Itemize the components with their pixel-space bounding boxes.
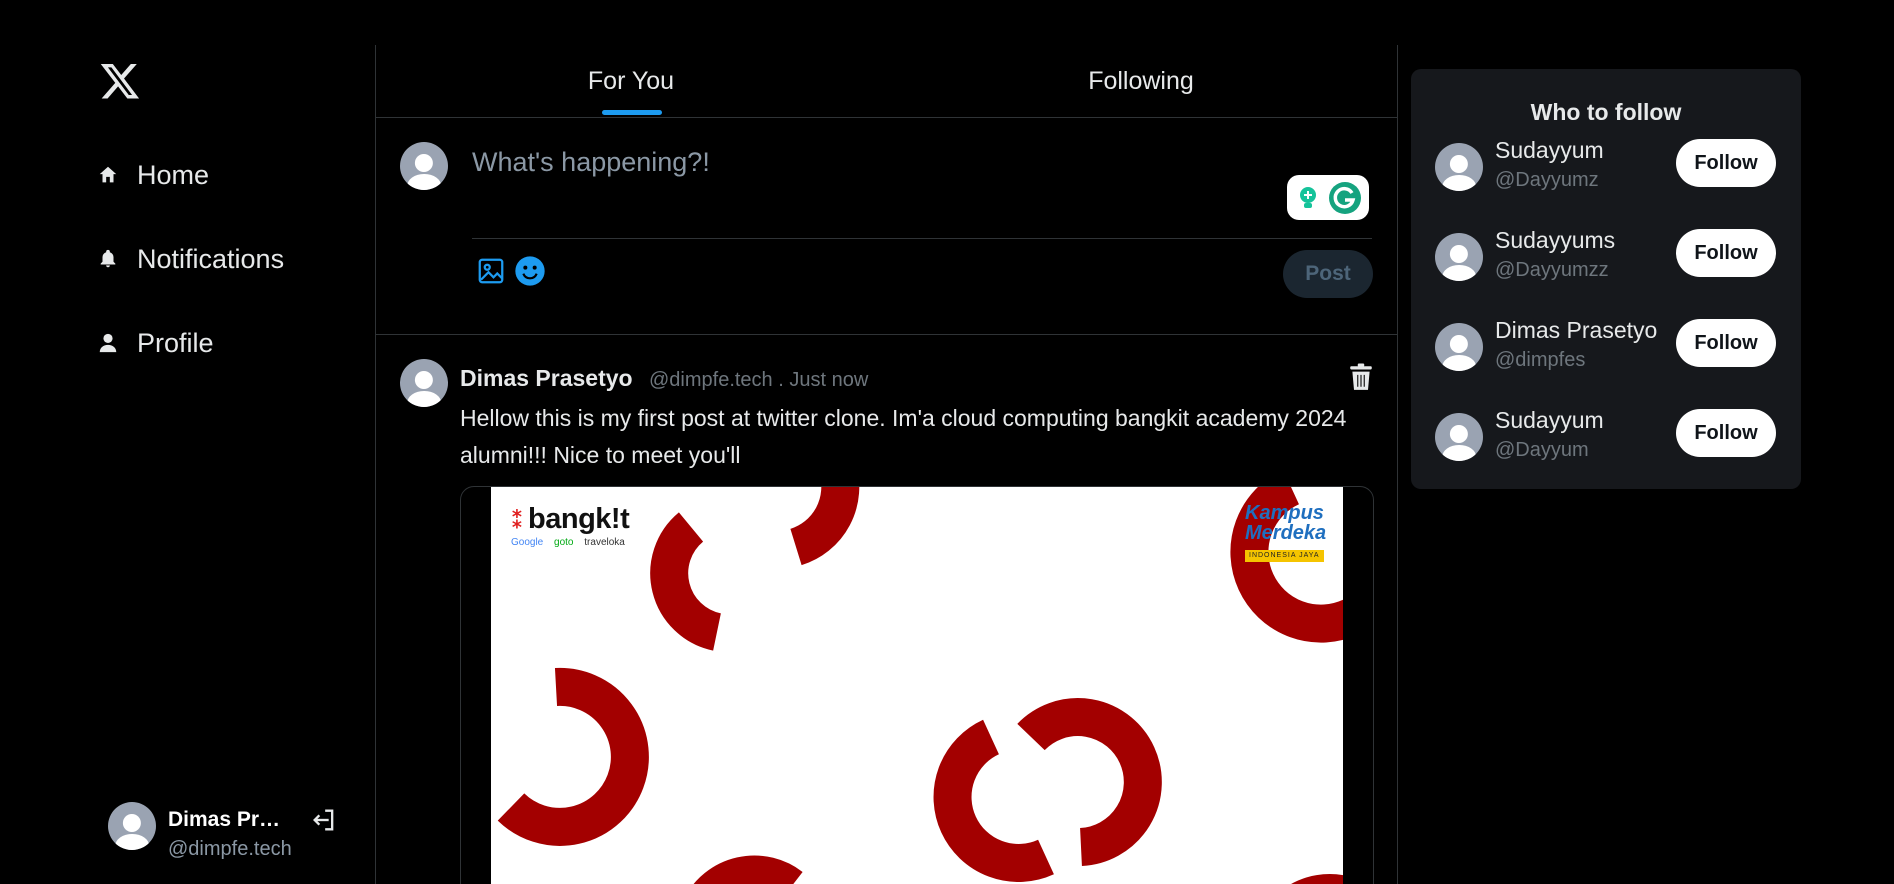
partner-logos: Google goto traveloka bbox=[511, 537, 633, 548]
post-author[interactable]: Dimas Prasetyo bbox=[460, 365, 633, 391]
suggestion-handle: @dimpfes bbox=[1495, 349, 1586, 371]
kampus-word: Kampus bbox=[1245, 502, 1324, 524]
suggestion-handle: @Dayyumz bbox=[1495, 169, 1599, 191]
post-button[interactable]: Post bbox=[1283, 250, 1373, 298]
partner-goto: goto bbox=[554, 537, 574, 548]
post-text: Hellow this is my first post at twitter … bbox=[460, 405, 1347, 468]
post-meta: @dimpfe.tech . Just now bbox=[648, 369, 869, 391]
kampus-tagline: INDONESIA JAYA bbox=[1245, 550, 1324, 562]
active-tab-indicator bbox=[602, 110, 662, 115]
suggestion-item[interactable]: Dimas Prasetyo @dimpfes Follow bbox=[1435, 315, 1785, 375]
avatar bbox=[1435, 143, 1483, 191]
follow-button[interactable]: Follow bbox=[1676, 229, 1776, 277]
composer-divider bbox=[472, 238, 1372, 239]
avatar bbox=[108, 802, 156, 850]
post-image: ⁑ bangk!t Google goto traveloka Kampus M… bbox=[491, 487, 1343, 884]
post-composer: Post bbox=[376, 118, 1397, 335]
app-root: Home Notifications Profile Dimas Prasety… bbox=[0, 0, 1894, 884]
home-icon bbox=[99, 166, 117, 183]
avatar bbox=[1435, 323, 1483, 371]
nav-profile-label: Profile bbox=[137, 327, 214, 358]
account-handle: @dimpfe.tech bbox=[168, 838, 292, 860]
lightbulb-icon bbox=[1299, 186, 1316, 208]
avatar bbox=[400, 359, 448, 407]
x-logo-icon[interactable] bbox=[98, 60, 142, 102]
trash-icon[interactable] bbox=[1348, 363, 1374, 391]
who-to-follow-title: Who to follow bbox=[1530, 99, 1682, 125]
timeline-tabs: For You Following bbox=[376, 45, 1397, 118]
nav-home[interactable]: Home bbox=[97, 150, 209, 200]
bangkit-logo: ⁑ bangk!t bbox=[511, 503, 630, 536]
tab-for-you-label: For You bbox=[587, 67, 675, 95]
account-name: Dimas Prasetyo bbox=[168, 808, 290, 831]
follow-button[interactable]: Follow bbox=[1676, 319, 1776, 367]
bangkit-mark-icon: ⁑ bbox=[511, 507, 524, 534]
tab-following[interactable]: Following bbox=[886, 45, 1396, 118]
bell-icon bbox=[100, 249, 116, 268]
follow-button[interactable]: Follow bbox=[1676, 139, 1776, 187]
partner-traveloka: traveloka bbox=[584, 537, 625, 548]
follow-button[interactable]: Follow bbox=[1676, 409, 1776, 457]
suggestion-item[interactable]: Sudayyums @Dayyumzz Follow bbox=[1435, 225, 1785, 285]
compose-input[interactable] bbox=[472, 140, 1372, 184]
emoji-icon[interactable] bbox=[514, 255, 546, 287]
bangkit-wordmark: bangk!t bbox=[528, 503, 630, 535]
grammarly-widget[interactable] bbox=[1287, 175, 1369, 220]
suggestion-name: Sudayyum bbox=[1495, 407, 1604, 433]
post-header: Dimas Prasetyo @dimpfe.tech . Just now bbox=[460, 365, 868, 392]
nav-profile[interactable]: Profile bbox=[97, 318, 214, 368]
tab-for-you[interactable]: For You bbox=[376, 45, 886, 118]
suggestion-item[interactable]: Sudayyum @Dayyumz Follow bbox=[1435, 135, 1785, 195]
avatar bbox=[1435, 233, 1483, 281]
who-to-follow-panel: Who to follow Sudayyum @Dayyumz Follow S… bbox=[1411, 69, 1801, 489]
suggestion-name: Sudayyums bbox=[1495, 227, 1616, 253]
user-icon bbox=[99, 333, 117, 353]
avatar bbox=[400, 142, 448, 190]
left-sidebar: Home Notifications Profile Dimas Prasety… bbox=[0, 0, 375, 884]
image-icon[interactable] bbox=[476, 256, 506, 286]
grammarly-icon bbox=[1329, 181, 1362, 214]
tab-following-label: Following bbox=[1088, 67, 1194, 95]
suggestion-handle: @Dayyumzz bbox=[1495, 259, 1609, 281]
avatar bbox=[1435, 413, 1483, 461]
nav-home-label: Home bbox=[137, 159, 210, 190]
suggestion-name: Sudayyum bbox=[1495, 137, 1604, 163]
partner-google: Google bbox=[511, 537, 544, 548]
suggestion-name: Dimas Prasetyo bbox=[1495, 317, 1658, 343]
post-card[interactable]: Dimas Prasetyo @dimpfe.tech . Just now H… bbox=[376, 335, 1397, 884]
post-media[interactable]: ⁑ bangk!t Google goto traveloka Kampus M… bbox=[460, 486, 1374, 884]
main-timeline: For You Following What's happening?! Pos… bbox=[375, 45, 1398, 884]
nav-notifications-label: Notifications bbox=[137, 243, 285, 274]
merdeka-word: Merdeka bbox=[1245, 522, 1327, 544]
account-switcher[interactable]: Dimas Prasetyo @dimpfe.tech bbox=[108, 802, 348, 862]
suggestion-item[interactable]: Sudayyum @Dayyum Follow bbox=[1435, 405, 1785, 465]
logout-icon[interactable] bbox=[310, 806, 338, 834]
kampus-merdeka-logo: Kampus Merdeka INDONESIA JAYA bbox=[1245, 503, 1326, 563]
suggestion-handle: @Dayyum bbox=[1495, 439, 1589, 461]
nav-notifications[interactable]: Notifications bbox=[97, 234, 284, 284]
